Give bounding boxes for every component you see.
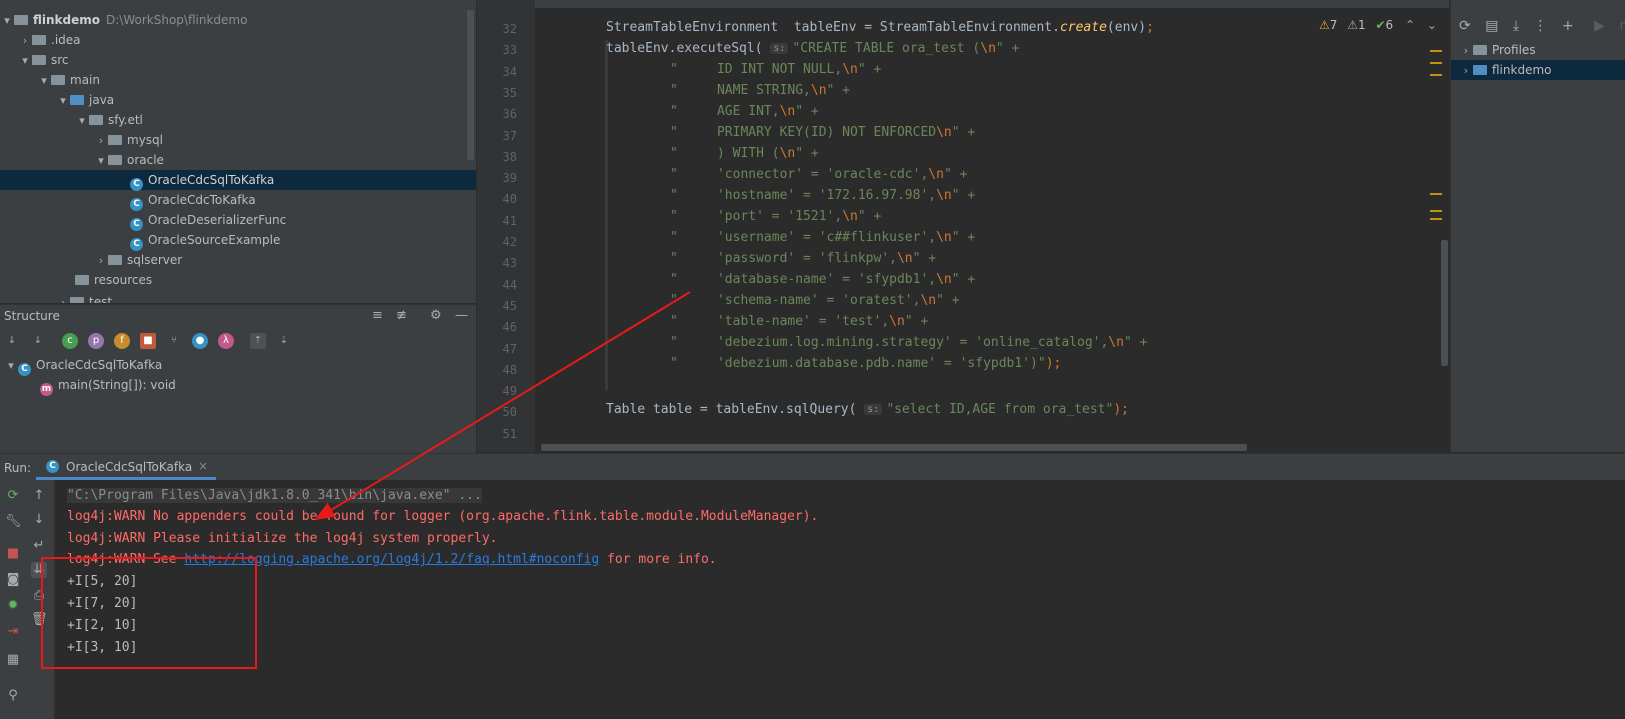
annotation-box	[41, 557, 257, 669]
annotation-overlay	[41, 291, 691, 669]
annotation-arrow	[314, 291, 691, 521]
